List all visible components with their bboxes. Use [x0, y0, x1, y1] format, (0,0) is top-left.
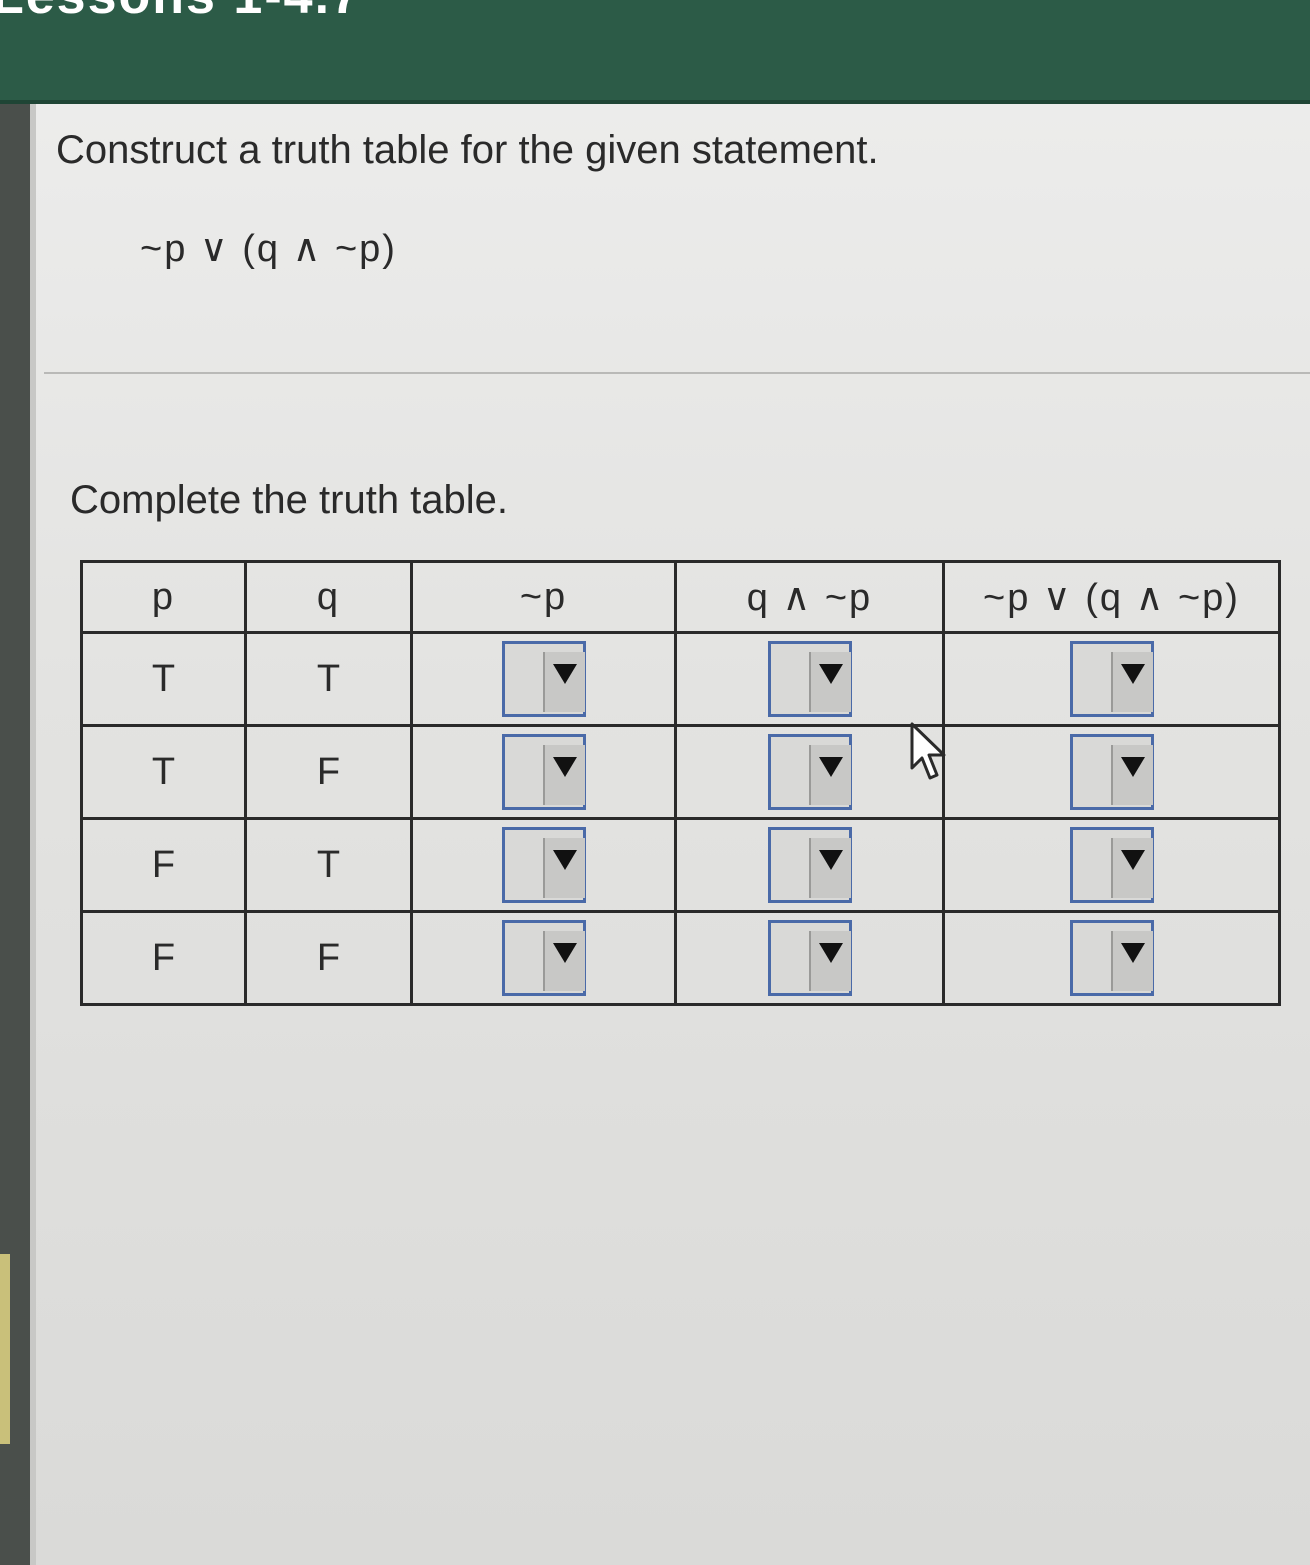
cell-p: T — [80, 724, 247, 820]
triangle-down-icon — [1120, 664, 1145, 684]
triangle-down-icon — [552, 850, 577, 870]
cell-q: T — [244, 631, 413, 727]
cell-not-p — [410, 724, 677, 820]
mouse-pointer-icon — [910, 722, 946, 780]
header-not-p: ~p — [410, 560, 677, 634]
table-row: T F — [80, 724, 1281, 820]
dropdown-button[interactable] — [1110, 745, 1153, 805]
triangle-down-icon — [552, 943, 577, 963]
dropdown-button[interactable] — [542, 838, 585, 898]
cell-p: F — [80, 910, 247, 1006]
statement-dropdown[interactable] — [1069, 827, 1154, 903]
dropdown-button[interactable] — [808, 931, 851, 991]
triangle-down-icon — [818, 757, 843, 777]
cell-statement — [942, 724, 1281, 820]
triangle-down-icon — [1120, 850, 1145, 870]
triangle-down-icon — [1120, 757, 1145, 777]
logic-statement: ~p ∨ (q ∧ ~p) — [140, 228, 397, 270]
sidebar-accent — [0, 1254, 10, 1444]
table-row: F T — [80, 817, 1281, 913]
cell-q-and-not-p — [674, 631, 945, 727]
instruction-text: Complete the truth table. — [70, 478, 509, 522]
q-and-not-p-dropdown[interactable] — [767, 920, 852, 996]
q-and-not-p-dropdown[interactable] — [767, 734, 852, 810]
statement-dropdown[interactable] — [1069, 920, 1154, 996]
header-p: p — [80, 560, 247, 634]
cell-q: F — [244, 910, 413, 1006]
not-p-dropdown[interactable] — [501, 734, 586, 810]
cell-q: T — [244, 817, 413, 913]
page: Lessons 1-4.7 Construct a truth table fo… — [0, 0, 1310, 1565]
cell-not-p — [410, 910, 677, 1006]
not-p-dropdown[interactable] — [501, 827, 586, 903]
truth-table: p q ~p q ∧ ~p ~p ∨ (q ∧ ~p) T T T F F T … — [80, 560, 1281, 1006]
table-row: F F — [80, 910, 1281, 1006]
dropdown-button[interactable] — [542, 745, 585, 805]
header-q-and-not-p: q ∧ ~p — [674, 560, 945, 634]
cell-q-and-not-p — [674, 910, 945, 1006]
header-title: Lessons 1-4.7 — [0, 0, 362, 26]
not-p-dropdown[interactable] — [501, 641, 586, 717]
q-and-not-p-dropdown[interactable] — [767, 827, 852, 903]
triangle-down-icon — [552, 664, 577, 684]
q-and-not-p-dropdown[interactable] — [767, 641, 852, 717]
cell-not-p — [410, 817, 677, 913]
cell-q-and-not-p — [674, 817, 945, 913]
not-p-dropdown[interactable] — [501, 920, 586, 996]
triangle-down-icon — [818, 664, 843, 684]
header-statement: ~p ∨ (q ∧ ~p) — [942, 560, 1281, 634]
table-row: T T — [80, 631, 1281, 727]
triangle-down-icon — [552, 757, 577, 777]
cell-p: F — [80, 817, 247, 913]
header-q: q — [244, 560, 413, 634]
dropdown-button[interactable] — [808, 652, 851, 712]
dropdown-button[interactable] — [808, 745, 851, 805]
dropdown-button[interactable] — [1110, 931, 1153, 991]
cell-q-and-not-p — [674, 724, 945, 820]
header-bar: Lessons 1-4.7 — [0, 0, 1310, 104]
statement-dropdown[interactable] — [1069, 641, 1154, 717]
triangle-down-icon — [818, 850, 843, 870]
dropdown-button[interactable] — [1110, 652, 1153, 712]
triangle-down-icon — [818, 943, 843, 963]
cell-not-p — [410, 631, 677, 727]
dropdown-button[interactable] — [808, 838, 851, 898]
question-prompt: Construct a truth table for the given st… — [56, 128, 879, 172]
statement-dropdown[interactable] — [1069, 734, 1154, 810]
left-sidebar-strip — [0, 104, 30, 1565]
triangle-down-icon — [1120, 943, 1145, 963]
cell-p: T — [80, 631, 247, 727]
cell-statement — [942, 817, 1281, 913]
dropdown-button[interactable] — [542, 652, 585, 712]
divider — [44, 372, 1310, 374]
cell-statement — [942, 631, 1281, 727]
dropdown-button[interactable] — [542, 931, 585, 991]
table-header-row: p q ~p q ∧ ~p ~p ∨ (q ∧ ~p) — [80, 560, 1281, 634]
cell-statement — [942, 910, 1281, 1006]
cell-q: F — [244, 724, 413, 820]
dropdown-button[interactable] — [1110, 838, 1153, 898]
